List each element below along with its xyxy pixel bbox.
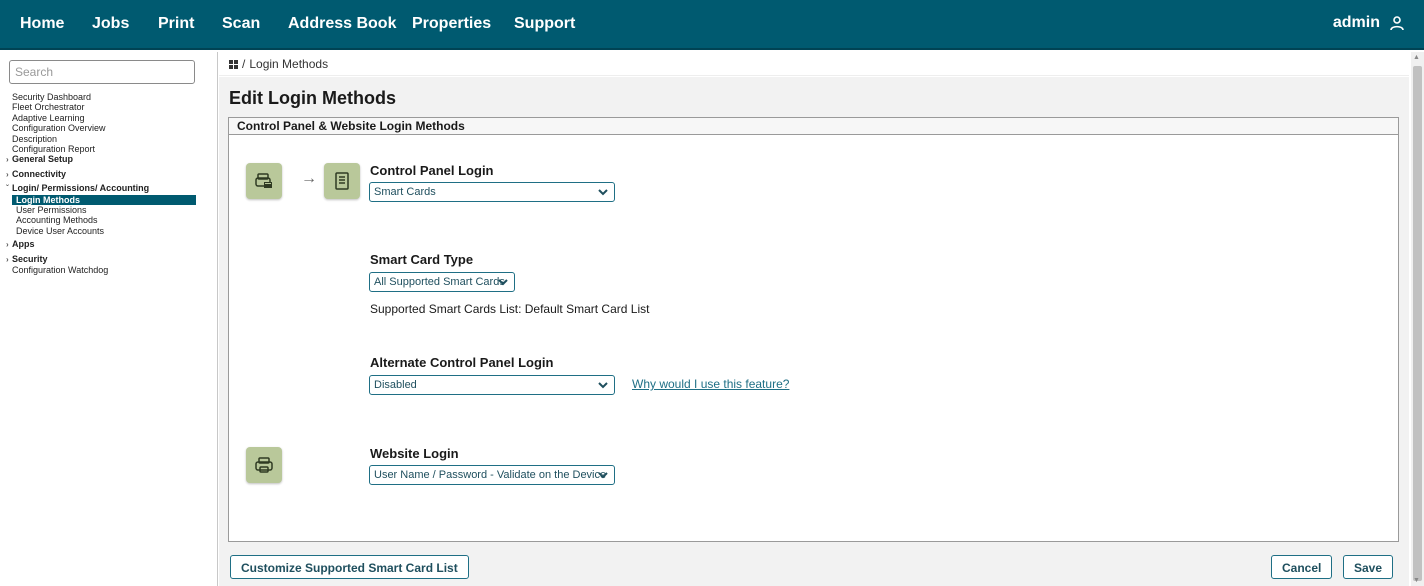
top-nav-bar: Home Jobs Print Scan Address Book Proper… xyxy=(0,0,1424,50)
supported-smart-cards-text: Supported Smart Cards List: Default Smar… xyxy=(370,302,650,316)
sidebar: Security Dashboard Fleet Orchestrator Ad… xyxy=(0,52,218,586)
sidebar-item-accounting-methods[interactable]: Accounting Methods xyxy=(12,215,196,225)
chevron-down-icon xyxy=(598,472,608,479)
smart-card-type-select[interactable]: All Supported Smart Cards xyxy=(369,272,515,292)
control-panel-login-select[interactable]: Smart Cards xyxy=(369,182,615,202)
breadcrumb-current: Login Methods xyxy=(249,57,329,71)
sidebar-group-general-setup[interactable]: › General Setup xyxy=(6,154,196,165)
user-icon xyxy=(1390,16,1404,31)
scroll-up-icon[interactable]: ▲ xyxy=(1413,54,1420,61)
website-login-label: Website Login xyxy=(370,446,459,461)
smart-card-type-label: Smart Card Type xyxy=(370,252,474,267)
arrow-right-icon: → xyxy=(301,170,317,187)
website-login-select[interactable]: User Name / Password - Validate on the D… xyxy=(369,465,615,485)
breadcrumb-separator: / xyxy=(242,57,246,71)
sidebar-item-configuration-report[interactable]: Configuration Report xyxy=(12,144,196,154)
sidebar-group-login-permissions-accounting[interactable]: ˇ Login/ Permissions/ Accounting xyxy=(6,183,196,194)
select-value: User Name / Password - Validate on the D… xyxy=(374,469,607,481)
printer-card-icon xyxy=(246,163,282,199)
sidebar-group-security[interactable]: › Security xyxy=(6,253,196,265)
sidebar-group-label: Login/ Permissions/ Accounting xyxy=(12,183,150,194)
nav-print[interactable]: Print xyxy=(158,15,194,33)
nav-home[interactable]: Home xyxy=(20,15,64,33)
panel-title: Control Panel & Website Login Methods xyxy=(229,118,1398,135)
select-value: Disabled xyxy=(374,379,417,391)
sidebar-group-label: Security xyxy=(12,253,48,264)
page-title: Edit Login Methods xyxy=(229,88,396,108)
sidebar-group-connectivity[interactable]: › Connectivity xyxy=(6,168,196,180)
customize-smart-card-list-button[interactable]: Customize Supported Smart Card List xyxy=(230,555,469,579)
sidebar-item-security-dashboard[interactable]: Security Dashboard xyxy=(12,92,196,102)
main-content: / Login Methods Edit Login Methods Contr… xyxy=(219,52,1411,586)
sidebar-item-fleet-orchestrator[interactable]: Fleet Orchestrator xyxy=(12,102,196,112)
sidebar-group-label: General Setup xyxy=(12,154,74,165)
chevron-down-icon xyxy=(498,279,508,286)
sidebar-menu: Security Dashboard Fleet Orchestrator Ad… xyxy=(6,92,196,276)
printer-icon xyxy=(246,447,282,483)
cancel-button[interactable]: Cancel xyxy=(1271,555,1333,579)
nav-jobs[interactable]: Jobs xyxy=(92,15,129,33)
sidebar-item-description[interactable]: Description xyxy=(12,134,196,144)
select-value: All Supported Smart Cards xyxy=(374,276,505,288)
sitemap-icon[interactable] xyxy=(229,59,238,69)
chevron-down-icon xyxy=(598,382,608,389)
sidebar-item-login-methods[interactable]: Login Methods xyxy=(12,194,196,206)
select-value: Smart Cards xyxy=(374,186,436,198)
sidebar-group-label: Connectivity xyxy=(12,168,67,179)
save-button[interactable]: Save xyxy=(1343,555,1394,579)
breadcrumb: / Login Methods xyxy=(229,57,328,71)
sidebar-item-adaptive-learning[interactable]: Adaptive Learning xyxy=(12,113,196,123)
card-reader-icon xyxy=(324,163,360,199)
nav-scan[interactable]: Scan xyxy=(222,15,260,33)
chevron-down-icon xyxy=(598,189,608,196)
search-input[interactable] xyxy=(9,60,195,84)
scroll-down-icon[interactable]: ▼ xyxy=(1413,577,1420,584)
sidebar-item-configuration-overview[interactable]: Configuration Overview xyxy=(12,123,196,133)
nav-properties[interactable]: Properties xyxy=(412,15,491,33)
scrollbar-thumb[interactable] xyxy=(1413,66,1422,581)
control-panel-login-label: Control Panel Login xyxy=(370,163,494,178)
sidebar-item-user-permissions[interactable]: User Permissions xyxy=(12,205,196,215)
sidebar-item-device-user-accounts[interactable]: Device User Accounts xyxy=(12,226,196,236)
alternate-login-select[interactable]: Disabled xyxy=(369,375,615,395)
sidebar-group-apps[interactable]: › Apps xyxy=(6,239,196,250)
user-name: admin xyxy=(1332,14,1380,31)
user-menu[interactable]: admin xyxy=(1333,14,1406,32)
breadcrumb-bar: / Login Methods xyxy=(219,52,1409,76)
login-methods-panel: Control Panel & Website Login Methods → … xyxy=(228,117,1399,542)
sidebar-group-label: Apps xyxy=(12,239,35,250)
nav-support[interactable]: Support xyxy=(514,15,575,33)
nav-address-book[interactable]: Address Book xyxy=(288,15,396,33)
sidebar-item-configuration-watchdog[interactable]: Configuration Watchdog xyxy=(12,265,196,275)
help-link[interactable]: Why would I use this feature? xyxy=(632,377,789,391)
alternate-login-label: Alternate Control Panel Login xyxy=(370,355,554,370)
